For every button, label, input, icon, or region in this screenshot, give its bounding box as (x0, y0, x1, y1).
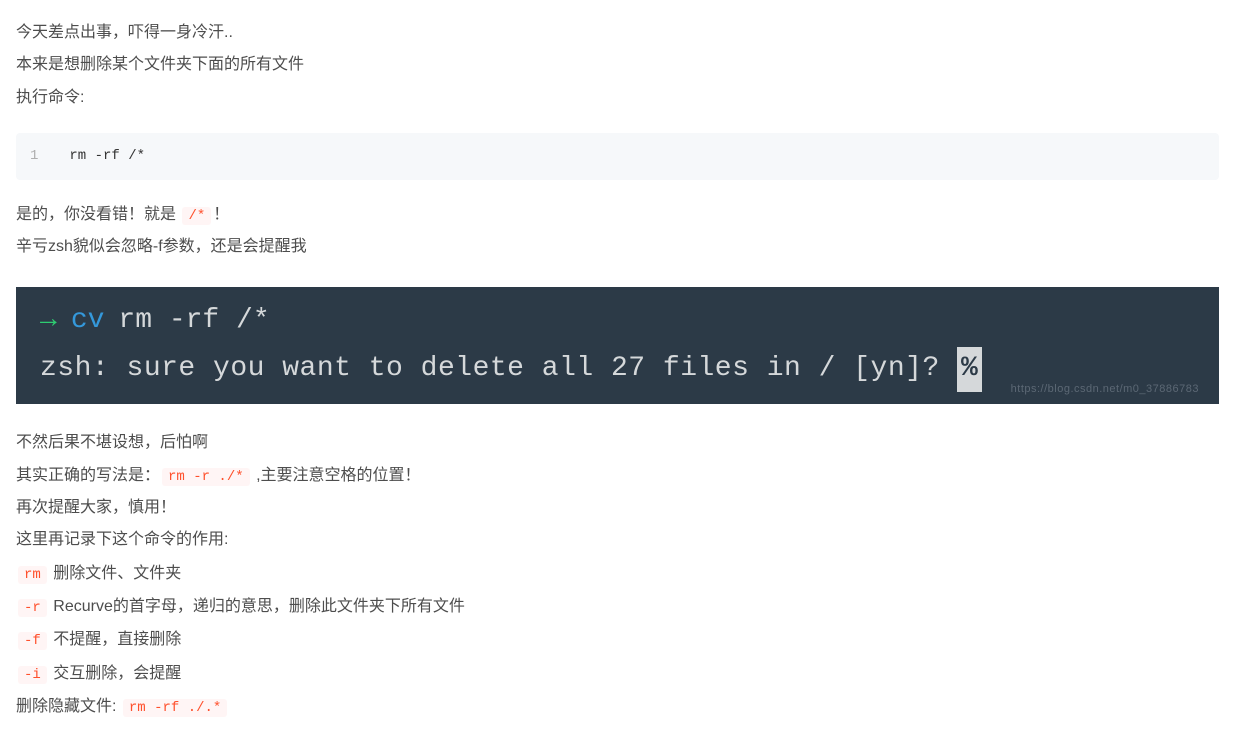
terminal-cursor-icon: % (957, 347, 982, 392)
terminal-prompt-text: zsh: sure you want to delete all 27 file… (40, 353, 957, 384)
cmd-i-text: 交互删除，会提醒 (49, 665, 181, 682)
watermark: https://blog.csdn.net/m0_37886783 (1011, 381, 1199, 399)
after-p2: 其实正确的写法是：rm -r ./* ,主要注意空格的位置！ (16, 461, 1219, 491)
after-p3: 再次提醒大家，慎用！ (16, 493, 1219, 523)
cmd-hidden: 删除隐藏文件: rm -rf ./.* (16, 692, 1219, 722)
cmd-f-text: 不提醒，直接删除 (49, 631, 181, 648)
code-content: rm -rf /* (53, 133, 161, 180)
terminal-command: rm -rf /* (118, 299, 269, 344)
inline-code-rm: rm (18, 566, 47, 584)
intro-p1: 今天差点出事，吓得一身冷汗.. (16, 18, 1219, 48)
mid1-after: ！ (213, 206, 229, 223)
hidden-before: 删除隐藏文件: (16, 698, 121, 715)
inline-code-correct: rm -r ./* (162, 468, 250, 486)
cmd-rm-text: 删除文件、文件夹 (49, 565, 181, 582)
inline-code-hidden: rm -rf ./.* (123, 699, 227, 717)
prompt-arrow-icon: → (40, 299, 57, 344)
intro-p2: 本来是想删除某个文件夹下面的所有文件 (16, 50, 1219, 80)
code-block-1: 1 rm -rf /* (16, 133, 1219, 180)
prompt-dir: cv (71, 299, 105, 344)
inline-code-r: -r (18, 599, 47, 617)
cmd-rm: rm 删除文件、文件夹 (16, 559, 1219, 589)
inline-code-i: -i (18, 666, 47, 684)
after-p4: 这里再记录下这个命令的作用: (16, 525, 1219, 555)
cmd-r: -r Recurve的首字母，递归的意思，删除此文件夹下所有文件 (16, 592, 1219, 622)
intro-p3: 执行命令: (16, 83, 1219, 113)
inline-code-slash-star: /* (182, 207, 211, 225)
after-p1: 不然后果不堪设想，后怕啊 (16, 428, 1219, 458)
mid-p2: 辛亏zsh貌似会忽略-f参数，还是会提醒我 (16, 232, 1219, 262)
after2-after: ,主要注意空格的位置！ (252, 467, 421, 484)
after2-before: 其实正确的写法是： (16, 467, 160, 484)
cmd-i: -i 交互删除，会提醒 (16, 659, 1219, 689)
cmd-f: -f 不提醒，直接删除 (16, 625, 1219, 655)
line-number: 1 (16, 133, 53, 180)
terminal-line-1: → cv rm -rf /* (40, 299, 1201, 344)
inline-code-f: -f (18, 632, 47, 650)
mid-p1: 是的，你没看错！就是 /*！ (16, 200, 1219, 230)
terminal-screenshot: → cv rm -rf /* zsh: sure you want to del… (16, 287, 1219, 405)
cmd-r-text: Recurve的首字母，递归的意思，删除此文件夹下所有文件 (49, 598, 465, 615)
mid1-before: 是的，你没看错！就是 (16, 206, 180, 223)
command-list: rm 删除文件、文件夹 -r Recurve的首字母，递归的意思，删除此文件夹下… (16, 559, 1219, 723)
